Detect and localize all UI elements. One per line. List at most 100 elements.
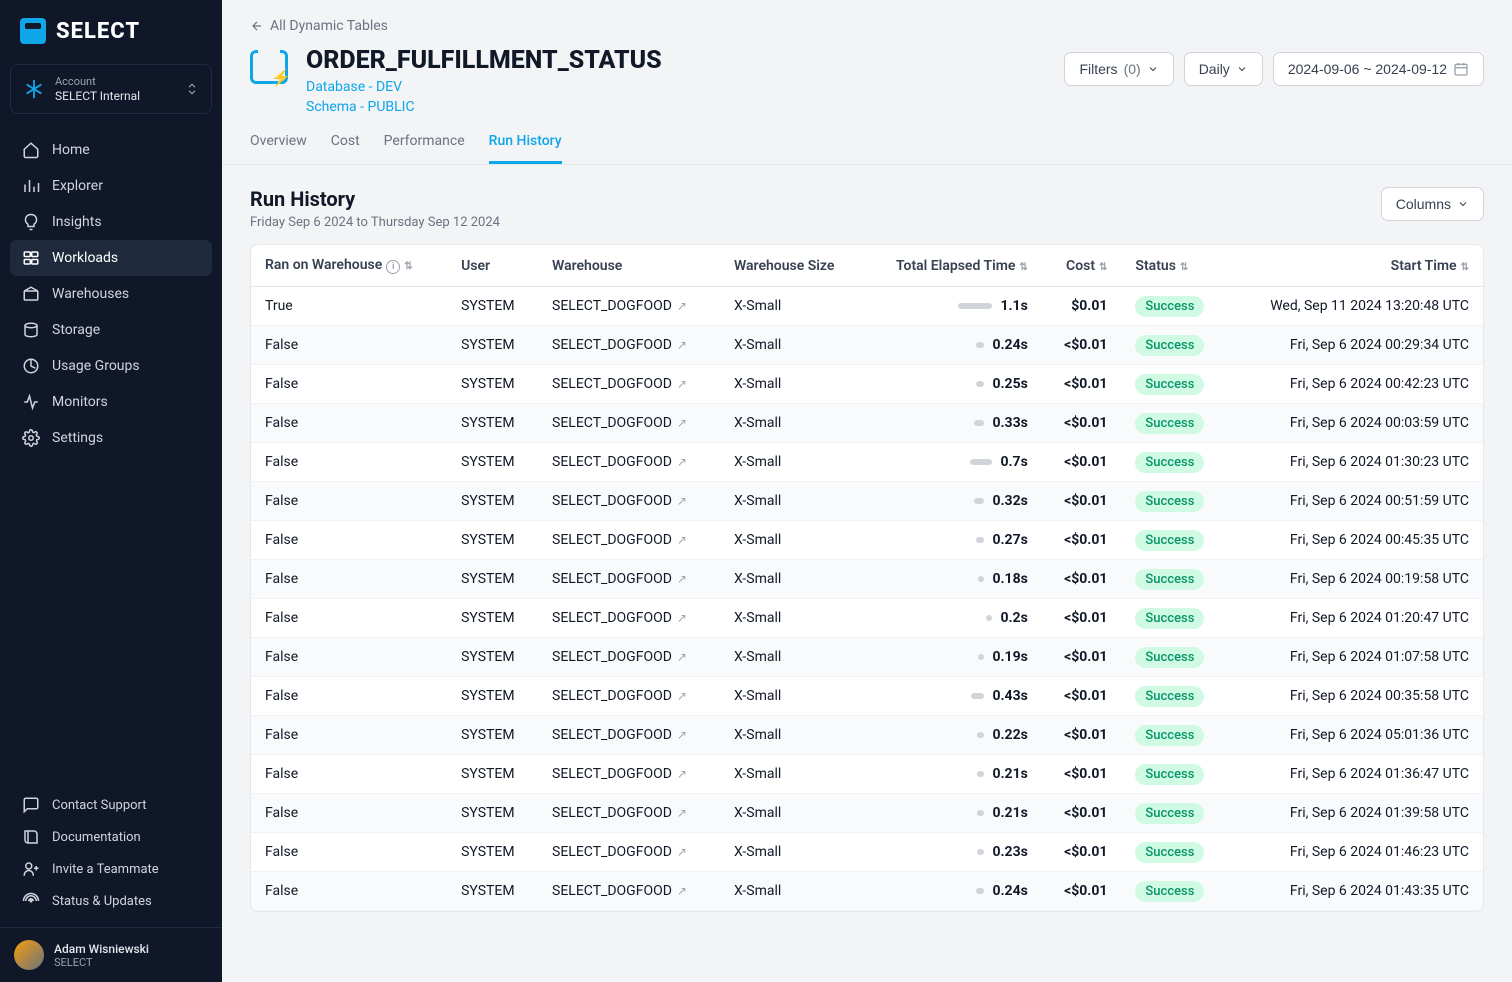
table-row[interactable]: False SYSTEM SELECT_DOGFOOD↗ X-Small 0.2… [251,326,1483,365]
table-row[interactable]: False SYSTEM SELECT_DOGFOOD↗ X-Small 0.2… [251,833,1483,872]
col-elapsed[interactable]: Total Elapsed Time⇅ [863,245,1041,287]
main: All Dynamic Tables ⚡ ORDER_FULFILLMENT_S… [222,0,1512,982]
filters-button[interactable]: Filters (0) [1064,52,1173,86]
cell-warehouse[interactable]: SELECT_DOGFOOD↗ [538,521,720,560]
cell-warehouse[interactable]: SELECT_DOGFOOD↗ [538,326,720,365]
cell-warehouse[interactable]: SELECT_DOGFOOD↗ [538,716,720,755]
col-status[interactable]: Status⇅ [1121,245,1229,287]
table-row[interactable]: False SYSTEM SELECT_DOGFOOD↗ X-Small 0.1… [251,560,1483,599]
cell-warehouse[interactable]: SELECT_DOGFOOD↗ [538,677,720,716]
external-link-icon[interactable]: ↗ [677,572,687,586]
breadcrumb[interactable]: All Dynamic Tables [250,18,1484,34]
cell-start: Fri, Sep 6 2024 00:42:23 UTC [1230,365,1483,404]
logo[interactable]: SELECT [0,0,222,58]
user-org: SELECT [54,956,149,969]
cell-ran: False [251,482,447,521]
col-warehouse[interactable]: Warehouse [538,245,720,287]
tab-performance[interactable]: Performance [384,133,465,164]
cell-warehouse[interactable]: SELECT_DOGFOOD↗ [538,560,720,599]
table-row[interactable]: False SYSTEM SELECT_DOGFOOD↗ X-Small 0.3… [251,404,1483,443]
external-link-icon[interactable]: ↗ [677,338,687,352]
user-menu[interactable]: Adam Wisniewski SELECT [0,927,222,982]
table-row[interactable]: False SYSTEM SELECT_DOGFOOD↗ X-Small 0.2… [251,716,1483,755]
tab-cost[interactable]: Cost [331,133,360,164]
cell-warehouse[interactable]: SELECT_DOGFOOD↗ [538,872,720,911]
table-row[interactable]: False SYSTEM SELECT_DOGFOOD↗ X-Small 0.2… [251,872,1483,911]
footer-item-contact-support[interactable]: Contact Support [10,789,212,821]
table-row[interactable]: False SYSTEM SELECT_DOGFOOD↗ X-Small 0.3… [251,482,1483,521]
schema-link[interactable]: Schema - PUBLIC [306,99,1046,115]
table-row[interactable]: False SYSTEM SELECT_DOGFOOD↗ X-Small 0.2… [251,794,1483,833]
sidebar-item-warehouses[interactable]: Warehouses [10,276,212,312]
cell-status: Success [1121,443,1229,482]
account-switcher[interactable]: Account SELECT Internal [10,64,212,114]
cell-status: Success [1121,365,1229,404]
cell-warehouse[interactable]: SELECT_DOGFOOD↗ [538,443,720,482]
cell-warehouse[interactable]: SELECT_DOGFOOD↗ [538,287,720,326]
cell-status: Success [1121,755,1229,794]
date-range-button[interactable]: 2024-09-06 ~ 2024-09-12 [1273,52,1484,86]
external-link-icon[interactable]: ↗ [677,806,687,820]
tab-run-history[interactable]: Run History [489,133,562,164]
cell-warehouse[interactable]: SELECT_DOGFOOD↗ [538,404,720,443]
sidebar-item-insights[interactable]: Insights [10,204,212,240]
table-row[interactable]: False SYSTEM SELECT_DOGFOOD↗ X-Small 0.7… [251,443,1483,482]
external-link-icon[interactable]: ↗ [677,416,687,430]
sidebar-item-monitors[interactable]: Monitors [10,384,212,420]
footer-item-documentation[interactable]: Documentation [10,821,212,853]
external-link-icon[interactable]: ↗ [677,728,687,742]
external-link-icon[interactable]: ↗ [677,884,687,898]
cell-elapsed: 0.25s [863,365,1041,404]
external-link-icon[interactable]: ↗ [677,299,687,313]
col-cost[interactable]: Cost⇅ [1042,245,1122,287]
external-link-icon[interactable]: ↗ [677,767,687,781]
external-link-icon[interactable]: ↗ [677,689,687,703]
cell-elapsed: 0.23s [863,833,1041,872]
cell-warehouse[interactable]: SELECT_DOGFOOD↗ [538,482,720,521]
database-link[interactable]: Database - DEV [306,79,1046,95]
external-link-icon[interactable]: ↗ [677,650,687,664]
external-link-icon[interactable]: ↗ [677,494,687,508]
sidebar-item-home[interactable]: Home [10,132,212,168]
cell-ran: False [251,560,447,599]
col-ran[interactable]: Ran on Warehousei⇅ [251,245,447,287]
table-row[interactable]: False SYSTEM SELECT_DOGFOOD↗ X-Small 0.2… [251,365,1483,404]
cell-warehouse[interactable]: SELECT_DOGFOOD↗ [538,755,720,794]
sidebar-item-usage-groups[interactable]: Usage Groups [10,348,212,384]
cell-cost: $0.01 [1042,287,1122,326]
table-row[interactable]: True SYSTEM SELECT_DOGFOOD↗ X-Small 1.1s… [251,287,1483,326]
table-row[interactable]: False SYSTEM SELECT_DOGFOOD↗ X-Small 0.2… [251,599,1483,638]
cell-warehouse[interactable]: SELECT_DOGFOOD↗ [538,638,720,677]
external-link-icon[interactable]: ↗ [677,845,687,859]
cell-warehouse[interactable]: SELECT_DOGFOOD↗ [538,794,720,833]
columns-button[interactable]: Columns [1381,187,1484,221]
footer-item-status-updates[interactable]: Status & Updates [10,885,212,917]
external-link-icon[interactable]: ↗ [677,533,687,547]
sidebar-item-storage[interactable]: Storage [10,312,212,348]
home-icon [22,141,40,159]
cell-warehouse[interactable]: SELECT_DOGFOOD↗ [538,833,720,872]
table-row[interactable]: False SYSTEM SELECT_DOGFOOD↗ X-Small 0.2… [251,755,1483,794]
cell-ran: False [251,599,447,638]
sidebar-item-settings[interactable]: Settings [10,420,212,456]
sidebar: SELECT Account SELECT Internal HomeExplo… [0,0,222,982]
cell-status: Success [1121,638,1229,677]
granularity-button[interactable]: Daily [1184,52,1263,86]
col-start[interactable]: Start Time⇅ [1230,245,1483,287]
tab-overview[interactable]: Overview [250,133,307,164]
external-link-icon[interactable]: ↗ [677,377,687,391]
external-link-icon[interactable]: ↗ [677,455,687,469]
nav: HomeExplorerInsightsWorkloadsWarehousesS… [0,132,222,456]
table-row[interactable]: False SYSTEM SELECT_DOGFOOD↗ X-Small 0.1… [251,638,1483,677]
cell-warehouse[interactable]: SELECT_DOGFOOD↗ [538,365,720,404]
col-size[interactable]: Warehouse Size [720,245,863,287]
table-row[interactable]: False SYSTEM SELECT_DOGFOOD↗ X-Small 0.2… [251,521,1483,560]
sidebar-item-workloads[interactable]: Workloads [10,240,212,276]
chevron-down-icon [1147,63,1159,75]
sidebar-item-explorer[interactable]: Explorer [10,168,212,204]
col-user[interactable]: User [447,245,538,287]
cell-warehouse[interactable]: SELECT_DOGFOOD↗ [538,599,720,638]
table-row[interactable]: False SYSTEM SELECT_DOGFOOD↗ X-Small 0.4… [251,677,1483,716]
external-link-icon[interactable]: ↗ [677,611,687,625]
footer-item-invite-a-teammate[interactable]: Invite a Teammate [10,853,212,885]
